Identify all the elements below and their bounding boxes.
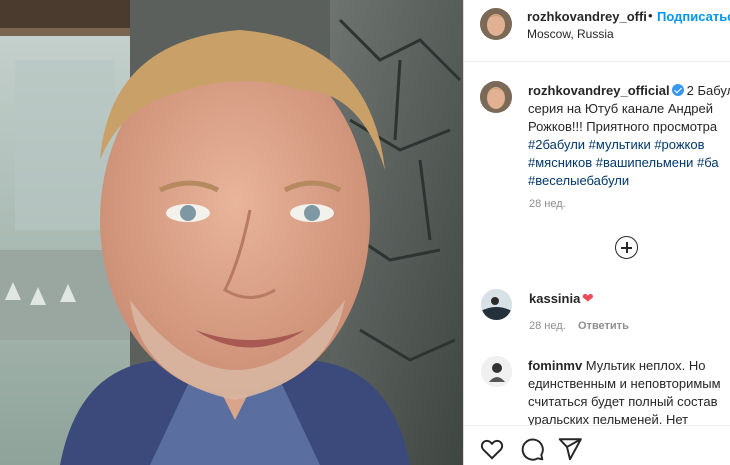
comment-username[interactable]: kassinia (529, 291, 580, 306)
comment-text: fominmv Мультик неплох. Но единственным … (528, 357, 730, 429)
plus-circle-icon[interactable] (615, 236, 638, 259)
caption-hashtags[interactable]: #веселыебабули (528, 172, 730, 190)
post-caption: rozhkovandrey_official 2 Бабули серия на … (528, 82, 730, 190)
author-avatar[interactable] (480, 8, 512, 40)
comment-timestamp[interactable]: 28 нед. (529, 320, 566, 332)
caption-hashtags[interactable]: #2бабули #мультики #рожков (528, 136, 730, 154)
commenter-avatar[interactable] (481, 289, 512, 320)
post-header: rozhkovandrey_offi • Подписаться Moscow,… (464, 0, 730, 62)
author-username[interactable]: rozhkovandrey_offi (527, 9, 647, 24)
post-action-bar (464, 425, 730, 465)
caption-hashtags[interactable]: #мясников #вашипельмени #ба (528, 154, 730, 172)
heart-outline-icon[interactable] (479, 436, 505, 462)
comment-line: единственным и неповторимым (528, 376, 721, 391)
caption-timestamp[interactable]: 28 нед. (529, 198, 566, 210)
paper-plane-icon[interactable] (557, 436, 583, 462)
heart-emoji-icon: ❤ (582, 290, 594, 306)
comment-icon[interactable] (519, 436, 545, 462)
comment-username[interactable]: fominmv (528, 358, 582, 373)
caption-line: 2 Бабули (686, 83, 730, 98)
verified-badge-icon (671, 84, 684, 96)
comment-line: Мультик неплох. Но (585, 358, 706, 373)
post-side-panel: rozhkovandrey_offi • Подписаться Moscow,… (463, 0, 730, 465)
post-photo (0, 0, 463, 465)
caption-line: Рожков!!! Приятного просмотра (528, 119, 718, 134)
caption-username[interactable]: rozhkovandrey_official (528, 83, 670, 98)
follow-button[interactable]: Подписаться (657, 9, 730, 24)
header-separator: • (648, 8, 653, 23)
post-media[interactable] (0, 0, 463, 465)
reply-button[interactable]: Ответить (578, 320, 629, 332)
caption-author-avatar[interactable] (480, 81, 512, 113)
comment-line: считаться будет полный состав (528, 394, 718, 409)
caption-line: серия на Ютуб канале Андрей (528, 101, 714, 116)
commenter-avatar[interactable] (481, 356, 512, 387)
post-location[interactable]: Moscow, Russia (527, 27, 614, 41)
